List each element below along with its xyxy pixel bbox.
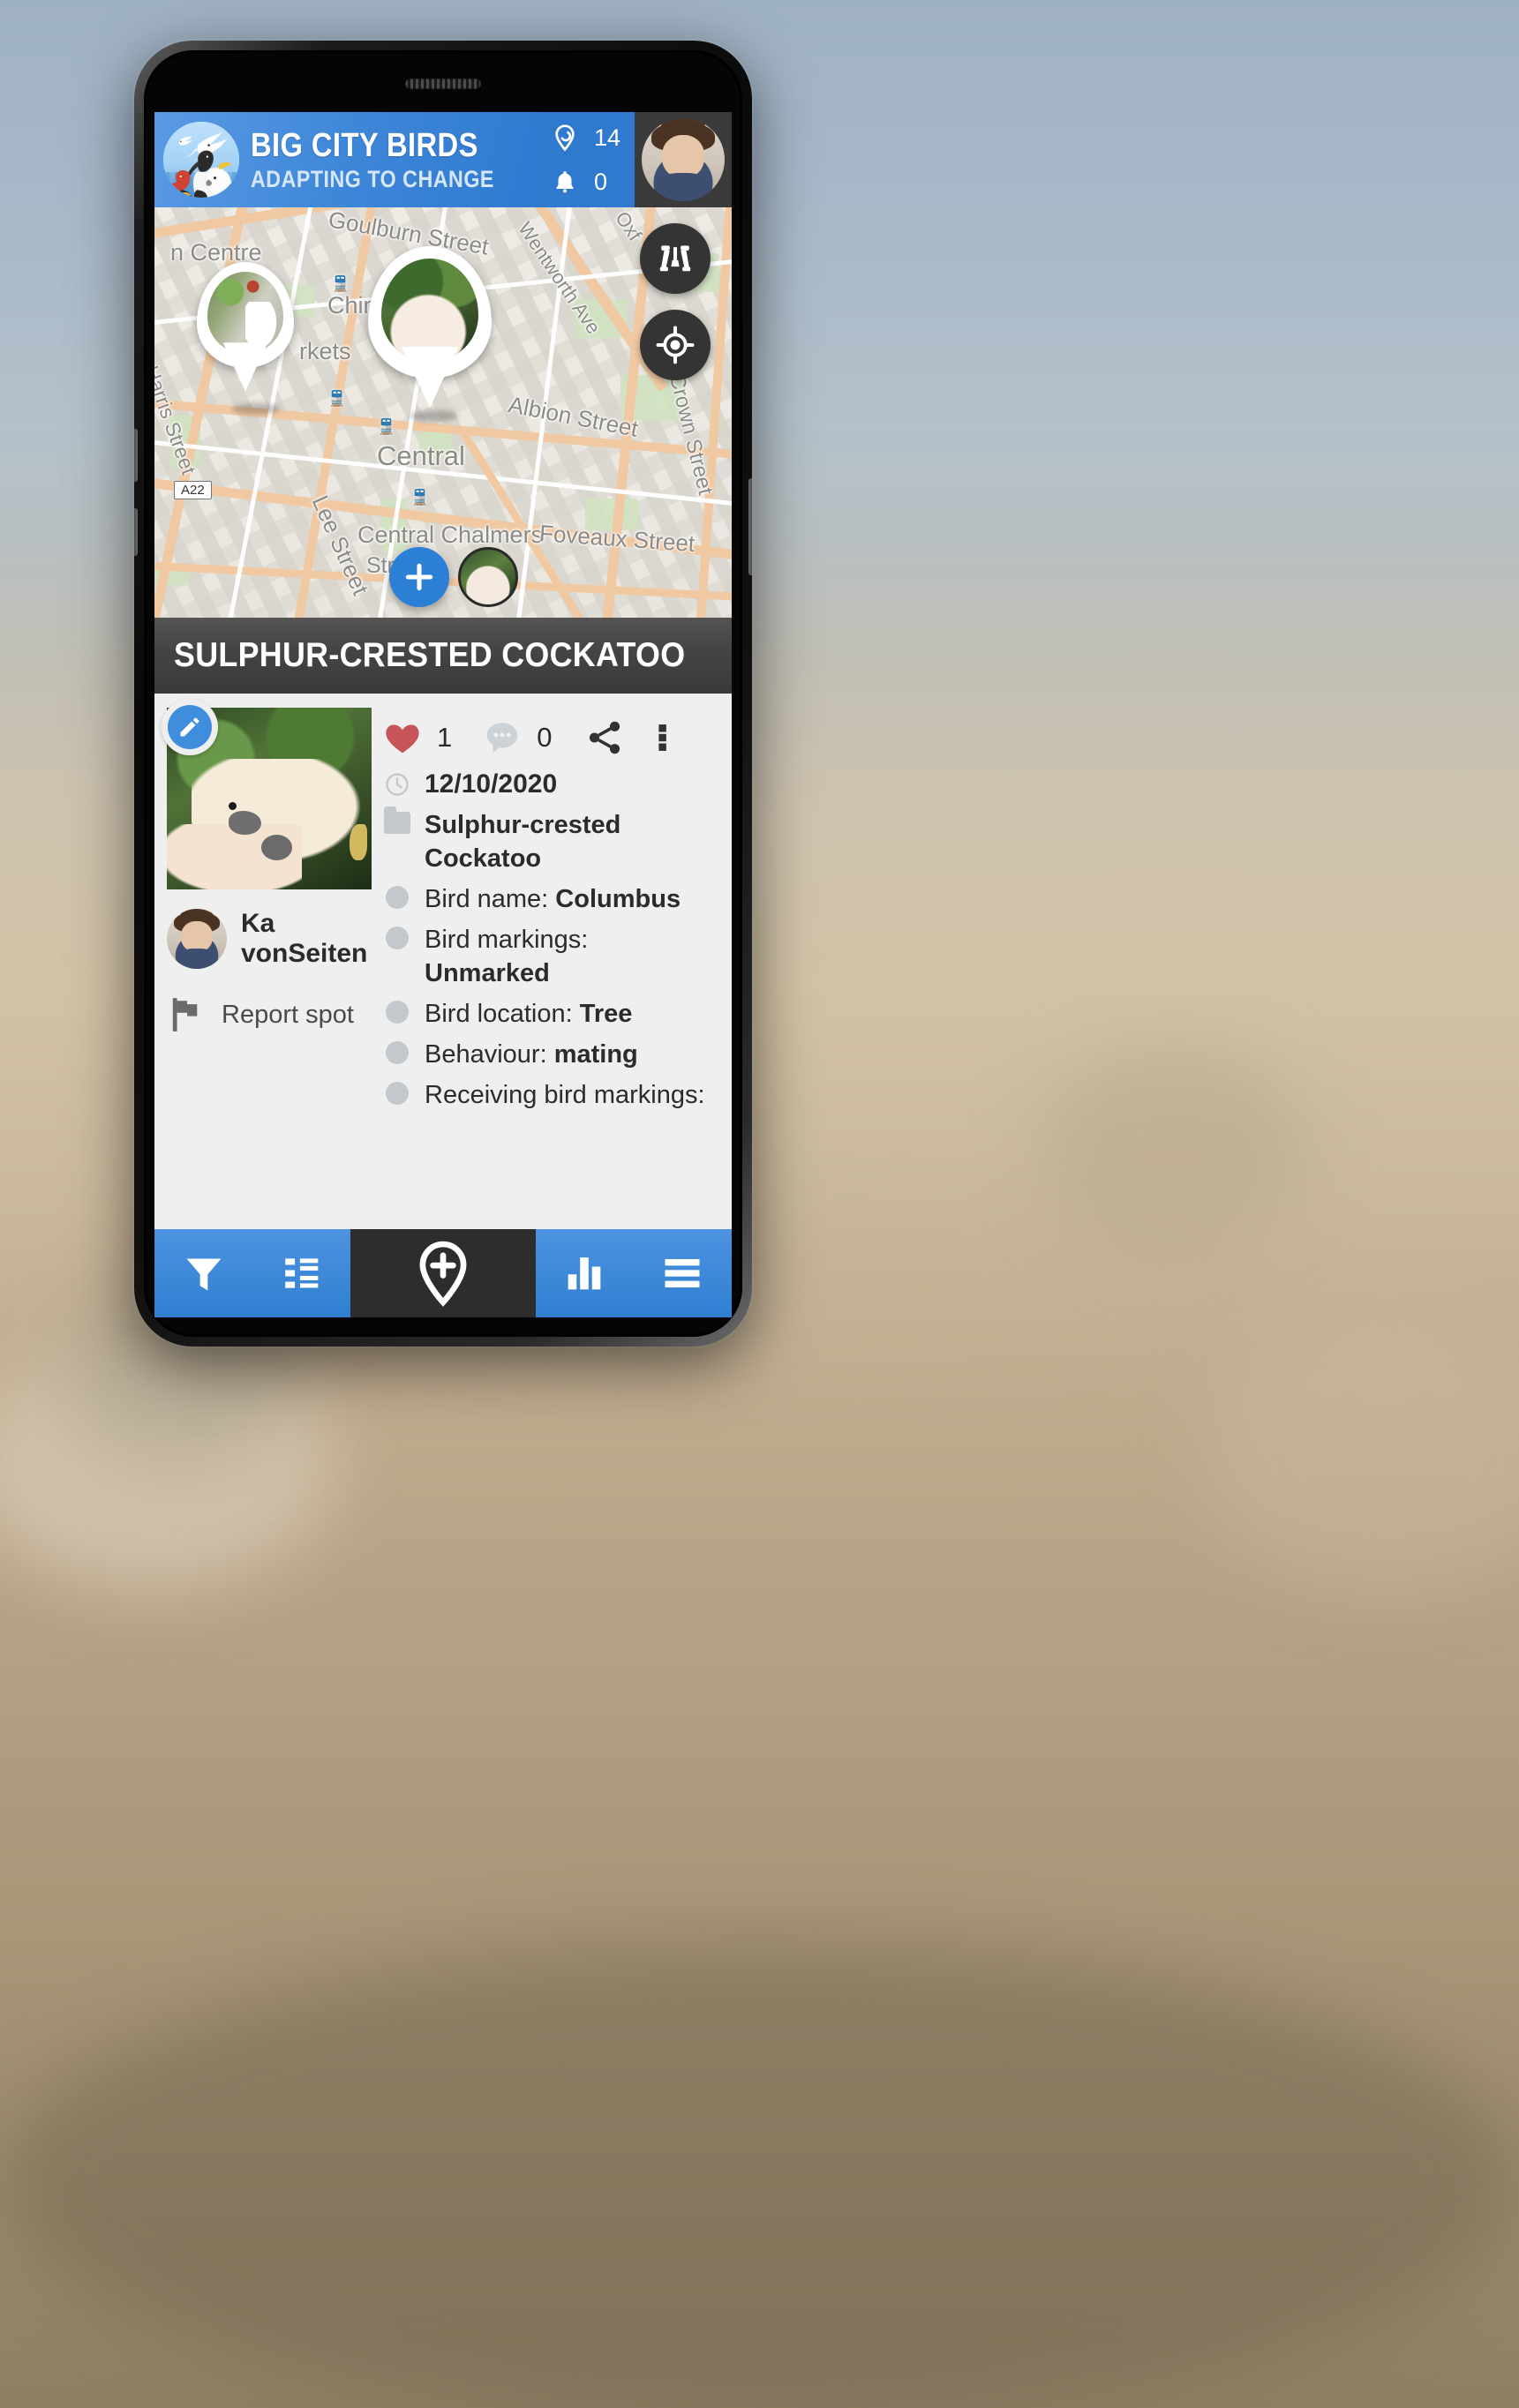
flag-icon <box>172 998 198 1031</box>
add-spot-icon <box>419 1241 467 1307</box>
bullet-icon <box>382 923 412 949</box>
detail-left-column: Ka vonSeiten Report spot <box>154 694 377 1111</box>
app-title: BIG CITY BIRDS <box>251 126 478 164</box>
detail-right-column: 1 0 12/10/2020 Sulphur-crested Cockatoo … <box>377 694 732 1111</box>
bird-thumbnail[interactable] <box>458 547 518 607</box>
bottom-navigation <box>154 1229 732 1317</box>
attribute-label: Receiving bird markings: <box>425 1081 705 1109</box>
detail-header: SULPHUR-CRESTED COCKATOO ✕ <box>154 618 732 694</box>
bullet-icon <box>382 1038 412 1064</box>
report-spot-button[interactable]: Report spot <box>167 995 377 1034</box>
user-avatar <box>642 118 725 201</box>
power-button[interactable] <box>748 478 752 575</box>
filter-icon <box>186 1258 222 1291</box>
spot-counter[interactable]: 14 <box>538 116 635 160</box>
edit-button[interactable] <box>162 699 218 755</box>
spot-author[interactable]: Ka vonSeiten <box>167 909 377 969</box>
attribute-label: Bird markings: <box>425 926 589 954</box>
bell-icon <box>550 167 580 197</box>
bullet-icon <box>382 1078 412 1105</box>
attribute-label: Behaviour: <box>425 1040 547 1069</box>
nav-filter[interactable] <box>181 1250 227 1296</box>
attribute-row: Bird location: Tree <box>382 997 718 1031</box>
nav-list[interactable] <box>280 1251 324 1295</box>
volume-down-button[interactable] <box>134 508 138 556</box>
pencil-icon <box>180 717 199 737</box>
bird-logo-icon <box>163 122 239 198</box>
attribute-row: Bird markings: Unmarked <box>382 923 718 990</box>
action-row: 1 0 <box>382 708 718 768</box>
attribute-label: Bird name: <box>425 885 549 913</box>
attribute-value: Unmarked <box>425 959 550 987</box>
attribute-value: Columbus <box>555 885 681 913</box>
species-name: Sulphur-crested Cockatoo <box>425 811 621 873</box>
attribute-row: Receiving bird markings: Unmarked <box>382 1078 718 1111</box>
nav-right-group <box>536 1229 732 1317</box>
spot-count: 14 <box>594 124 621 151</box>
attribute-label: Bird location: <box>425 1000 573 1028</box>
phone-device-frame: BIG CITY BIRDS ADAPTING TO CHANGE 14 0 n… <box>134 41 752 1347</box>
spot-thumbnail <box>381 258 478 362</box>
avatar <box>167 909 227 969</box>
volume-up-button[interactable] <box>134 429 138 482</box>
spot-date-row: 12/10/2020 <box>382 768 718 801</box>
phone-bezel: BIG CITY BIRDS ADAPTING TO CHANGE 14 0 n… <box>144 50 742 1337</box>
comment-count: 0 <box>537 722 553 753</box>
detail-content: Ka vonSeiten Report spot 1 0 12/10/2020 … <box>154 694 732 1111</box>
earpiece-speaker <box>405 79 481 89</box>
comment-icon <box>487 723 518 754</box>
author-name: Ka vonSeiten <box>241 909 368 968</box>
comment-button[interactable]: 0 <box>482 717 553 758</box>
like-button[interactable]: 1 <box>382 717 452 758</box>
app-subtitle: ADAPTING TO CHANGE <box>251 165 494 192</box>
spot-thumbnail <box>207 271 283 355</box>
close-icon[interactable]: ✕ <box>730 637 732 674</box>
train-station-icon: 🚆 <box>377 418 396 435</box>
profile-button[interactable] <box>635 112 732 207</box>
train-station-icon: 🚆 <box>327 390 347 407</box>
list-icon <box>285 1258 319 1288</box>
map-pin-icon <box>550 123 580 153</box>
attribute-value: Tree <box>579 1000 633 1028</box>
share-button[interactable] <box>584 717 625 758</box>
app-screen: BIG CITY BIRDS ADAPTING TO CHANGE 14 0 n… <box>154 112 732 1317</box>
notification-counter[interactable]: 0 <box>538 160 635 204</box>
stats-icon <box>568 1257 601 1290</box>
more-vertical-icon <box>658 724 666 751</box>
attribute-row: Bird name: Columbus <box>382 882 718 916</box>
nav-menu[interactable] <box>659 1250 705 1296</box>
report-spot-label: Report spot <box>222 1000 354 1029</box>
spot-date: 12/10/2020 <box>425 769 558 799</box>
app-brand[interactable]: BIG CITY BIRDS ADAPTING TO CHANGE <box>154 112 538 207</box>
locate-button[interactable] <box>640 310 711 380</box>
folder-icon <box>382 806 412 834</box>
binoculars-icon <box>659 245 691 272</box>
nav-add-spot[interactable] <box>350 1229 536 1317</box>
like-count: 1 <box>437 722 453 753</box>
heart-icon <box>386 724 419 754</box>
locate-icon <box>656 326 695 364</box>
menu-icon <box>665 1258 700 1288</box>
plus-icon <box>405 563 433 591</box>
attribute-value: mating <box>553 1040 638 1069</box>
map-view[interactable]: n Centre Goulburn Street Chinato rkets H… <box>154 207 732 618</box>
clock-icon <box>382 768 412 798</box>
more-button[interactable] <box>650 717 676 758</box>
app-header: BIG CITY BIRDS ADAPTING TO CHANGE 14 0 <box>154 112 732 207</box>
species-row: Sulphur-crested Cockatoo <box>382 806 718 875</box>
page-title: SULPHUR-CRESTED COCKATOO <box>174 636 686 674</box>
attribute-row: Behaviour: mating <box>382 1038 718 1071</box>
nav-stats[interactable] <box>562 1251 606 1295</box>
bullet-icon <box>382 997 412 1024</box>
notification-count: 0 <box>594 168 608 195</box>
road-shield: A22 <box>174 481 212 499</box>
add-spot-fab[interactable] <box>389 547 449 607</box>
header-counters: 14 0 <box>538 112 635 207</box>
nav-left-group <box>154 1229 350 1317</box>
binoculars-button[interactable] <box>640 223 711 294</box>
share-icon <box>589 721 620 754</box>
train-station-icon: 🚆 <box>331 275 350 292</box>
bullet-icon <box>382 882 412 909</box>
train-station-icon: 🚆 <box>410 489 430 506</box>
